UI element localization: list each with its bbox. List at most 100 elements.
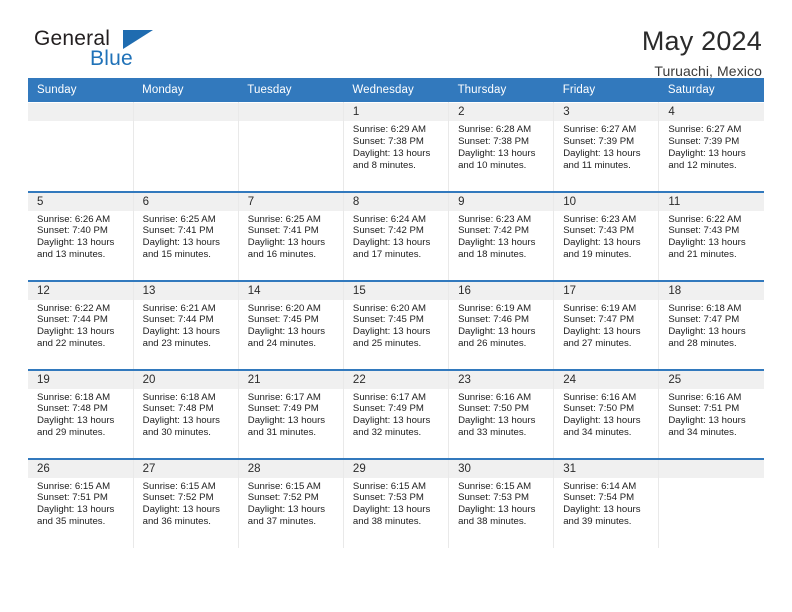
calendar-day-cell-19[interactable]: 19 Sunrise: 6:18 AM Sunset: 7:48 PM Dayligh… (28, 368, 134, 459)
day-details: Sunrise: 6:23 AM Sunset: 7:43 PM Daylight:… (554, 211, 658, 262)
sunset-time: Sunset: 7:47 PM (563, 314, 635, 326)
day-details: Sunrise: 6:20 AM Sunset: 7:45 PM Daylight:… (344, 300, 448, 351)
calendar-day-cell-8[interactable]: 8 Sunrise: 6:24 AM Sunset: 7:42 PM Daylight… (343, 190, 450, 281)
day-details: Sunrise: 6:15 AM Sunset: 7:51 PM Daylight:… (28, 478, 133, 529)
title-block: May 2024 Turuachi, Mexico (642, 26, 764, 79)
sunrise-time: Sunrise: 6:29 AM (352, 124, 426, 135)
sunrise-time: Sunrise: 6:17 AM (352, 391, 426, 403)
sunrise-time: Sunrise: 6:27 AM (668, 124, 742, 135)
weekday-header-wednesday: Wednesday (343, 78, 449, 103)
calendar-day-cell-15[interactable]: 15 Sunrise: 6:20 AM Sunset: 7:45 PM Dayligh… (343, 279, 450, 370)
sunset-time: Sunset: 7:49 PM (352, 403, 424, 415)
calendar-day-cell-5[interactable]: 5 Sunrise: 6:26 AM Sunset: 7:40 PM Daylight… (28, 190, 134, 281)
daylight-duration-line2: and 31 minutes. (247, 427, 317, 439)
day-number: 18 (659, 281, 764, 300)
sunset-time: Sunset: 7:50 PM (563, 403, 635, 415)
day-details: Sunrise: 6:20 AM Sunset: 7:45 PM Daylight:… (239, 300, 343, 351)
sunrise-time: Sunrise: 6:16 AM (563, 391, 637, 403)
calendar-day-cell-10[interactable]: 10 Sunrise: 6:23 AM Sunset: 7:43 PM Dayligh… (553, 190, 660, 281)
calendar-day-cell-7[interactable]: 7 Sunrise: 6:25 AM Sunset: 7:41 PM Daylight… (238, 190, 344, 281)
daylight-duration-line1: Daylight: 13 hours (668, 415, 746, 427)
day-number: 5 (28, 192, 133, 211)
calendar-day-cell-14[interactable]: 14 Sunrise: 6:20 AM Sunset: 7:45 PM Dayligh… (238, 279, 344, 370)
day-details: Sunrise: 6:27 AM Sunset: 7:39 PM Daylight:… (554, 121, 658, 172)
daylight-duration-line2: and 38 minutes. (352, 516, 422, 528)
sunset-time: Sunset: 7:49 PM (247, 403, 319, 415)
calendar-day-cell-2[interactable]: 2 Sunrise: 6:28 AM Sunset: 7:38 PM Daylight… (448, 102, 555, 192)
calendar-day-cell-28[interactable]: 28 Sunrise: 6:15 AM Sunset: 7:52 PM Dayligh… (238, 457, 344, 548)
general-blue-logo[interactable]: General Blue (28, 26, 158, 76)
day-number: 15 (343, 281, 449, 300)
daylight-duration-line1: Daylight: 13 hours (37, 504, 115, 516)
day-number: 16 (449, 281, 554, 300)
calendar-week-row: 5 Sunrise: 6:26 AM Sunset: 7:40 PM Daylight… (28, 190, 764, 281)
sunset-time: Sunset: 7:52 PM (247, 492, 319, 504)
calendar-day-cell-27[interactable]: 27 Sunrise: 6:15 AM Sunset: 7:52 PM Dayligh… (133, 457, 239, 548)
day-number: 2 (449, 103, 554, 121)
daylight-duration-line2: and 30 minutes. (142, 427, 211, 439)
daylight-duration-line2: and 16 minutes. (247, 249, 317, 261)
daylight-duration-line1: Daylight: 13 hours (142, 326, 220, 338)
page-header: General Blue May 2024 Turuachi, Mexico (28, 0, 764, 79)
sunset-time: Sunset: 7:44 PM (37, 314, 108, 326)
calendar-day-cell-24[interactable]: 24 Sunrise: 6:16 AM Sunset: 7:50 PM Dayligh… (553, 368, 660, 459)
calendar-day-cell-22[interactable]: 22 Sunrise: 6:17 AM Sunset: 7:49 PM Dayligh… (343, 368, 450, 459)
day-details: Sunrise: 6:24 AM Sunset: 7:42 PM Daylight:… (344, 211, 448, 262)
sunset-time: Sunset: 7:53 PM (352, 492, 424, 504)
page-title: May 2024 (641, 26, 762, 56)
calendar-day-cell-1[interactable]: 1 Sunrise: 6:29 AM Sunset: 7:38 PM Daylight… (343, 102, 450, 192)
sunset-time: Sunset: 7:38 PM (458, 135, 529, 147)
day-number: 1 (343, 103, 449, 121)
calendar-day-cell-23[interactable]: 23 Sunrise: 6:16 AM Sunset: 7:50 PM Dayligh… (448, 368, 555, 459)
day-details: Sunrise: 6:15 AM Sunset: 7:52 PM Daylight:… (134, 478, 238, 529)
day-number: 20 (133, 370, 238, 389)
sunrise-time: Sunrise: 6:19 AM (458, 302, 532, 314)
calendar-cell-empty (238, 102, 344, 192)
sunrise-time: Sunrise: 6:15 AM (142, 480, 216, 492)
calendar-day-cell-21[interactable]: 21 Sunrise: 6:17 AM Sunset: 7:49 PM Dayligh… (238, 368, 344, 459)
calendar-day-cell-26[interactable]: 26 Sunrise: 6:15 AM Sunset: 7:51 PM Dayligh… (28, 457, 134, 548)
day-number-empty (659, 459, 764, 478)
calendar-day-cell-20[interactable]: 20 Sunrise: 6:18 AM Sunset: 7:48 PM Dayligh… (133, 368, 239, 459)
day-details: Sunrise: 6:16 AM Sunset: 7:50 PM Daylight:… (554, 389, 658, 440)
daylight-duration-line1: Daylight: 13 hours (668, 147, 746, 159)
daylight-duration-line2: and 8 minutes. (352, 159, 416, 171)
day-number: 27 (133, 459, 238, 478)
calendar-day-cell-11[interactable]: 11 Sunrise: 6:22 AM Sunset: 7:43 PM Dayligh… (658, 190, 764, 281)
calendar-day-cell-18[interactable]: 18 Sunrise: 6:18 AM Sunset: 7:47 PM Dayligh… (658, 279, 764, 370)
sunset-time: Sunset: 7:53 PM (458, 492, 529, 504)
calendar-day-cell-4[interactable]: 4 Sunrise: 6:27 AM Sunset: 7:39 PM Daylight… (658, 102, 764, 192)
calendar-body: 1 Sunrise: 6:29 AM Sunset: 7:38 PM Daylight… (28, 102, 764, 548)
calendar-day-cell-12[interactable]: 12 Sunrise: 6:22 AM Sunset: 7:44 PM Dayligh… (28, 279, 134, 370)
calendar-cell-empty (133, 102, 239, 192)
daylight-duration-line1: Daylight: 13 hours (458, 504, 536, 516)
day-number: 6 (133, 192, 238, 211)
calendar-day-cell-31[interactable]: 31 Sunrise: 6:14 AM Sunset: 7:54 PM Dayligh… (553, 457, 660, 548)
day-number: 23 (449, 370, 554, 389)
sunset-time: Sunset: 7:51 PM (668, 403, 740, 415)
day-details: Sunrise: 6:19 AM Sunset: 7:46 PM Daylight:… (449, 300, 553, 351)
day-number: 31 (554, 459, 659, 478)
day-number: 9 (449, 192, 554, 211)
calendar-day-cell-6[interactable]: 6 Sunrise: 6:25 AM Sunset: 7:41 PM Daylight… (133, 190, 239, 281)
day-details: Sunrise: 6:29 AM Sunset: 7:38 PM Daylight:… (344, 121, 448, 172)
calendar-day-cell-3[interactable]: 3 Sunrise: 6:27 AM Sunset: 7:39 PM Daylight… (553, 102, 660, 192)
sunrise-time: Sunrise: 6:21 AM (142, 302, 216, 314)
calendar-day-cell-9[interactable]: 9 Sunrise: 6:23 AM Sunset: 7:42 PM Daylight… (448, 190, 555, 281)
calendar-day-cell-17[interactable]: 17 Sunrise: 6:19 AM Sunset: 7:47 PM Dayligh… (553, 279, 660, 370)
daylight-duration-line2: and 10 minutes. (458, 159, 527, 171)
sunrise-time: Sunrise: 6:22 AM (668, 213, 742, 225)
calendar-day-cell-16[interactable]: 16 Sunrise: 6:19 AM Sunset: 7:46 PM Dayligh… (448, 279, 555, 370)
daylight-duration-line2: and 22 minutes. (37, 338, 106, 350)
sunrise-time: Sunrise: 6:19 AM (563, 302, 637, 314)
calendar-day-cell-30[interactable]: 30 Sunrise: 6:15 AM Sunset: 7:53 PM Dayligh… (448, 457, 555, 548)
day-details: Sunrise: 6:25 AM Sunset: 7:41 PM Daylight:… (134, 211, 238, 262)
calendar-day-cell-13[interactable]: 13 Sunrise: 6:21 AM Sunset: 7:44 PM Dayligh… (133, 279, 239, 370)
calendar-day-cell-29[interactable]: 29 Sunrise: 6:15 AM Sunset: 7:53 PM Dayligh… (343, 457, 450, 548)
day-number: 25 (659, 370, 764, 389)
sunrise-time: Sunrise: 6:18 AM (37, 391, 111, 403)
weekday-header-tuesday: Tuesday (238, 78, 344, 103)
calendar-day-cell-25[interactable]: 25 Sunrise: 6:16 AM Sunset: 7:51 PM Dayligh… (658, 368, 764, 459)
logo-text-general: General (34, 27, 111, 50)
calendar-header-row: Sunday Monday Tuesday Wednesday Thursday Frid… (28, 78, 764, 103)
